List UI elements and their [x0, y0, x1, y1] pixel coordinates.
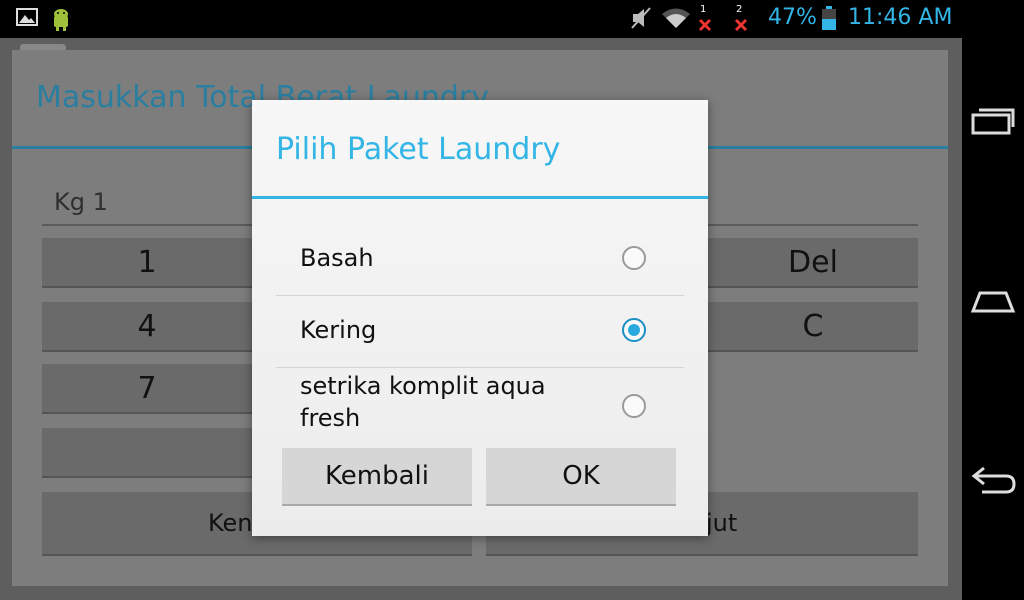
back-icon — [971, 466, 1016, 494]
key-7[interactable]: 7 — [42, 364, 252, 414]
gallery-notification-icon — [16, 6, 38, 32]
battery-percent: 47% — [768, 5, 817, 30]
radio-selected-icon[interactable] — [622, 318, 646, 342]
recent-apps-icon — [971, 108, 1015, 135]
radio-icon[interactable] — [622, 246, 646, 270]
next-button-behind-label: jut — [706, 509, 738, 537]
battery-icon — [822, 6, 836, 34]
recent-apps-button[interactable] — [962, 80, 1024, 160]
home-icon — [970, 291, 1016, 313]
back-button-behind-label: Ken — [208, 509, 253, 537]
option-kering[interactable]: Kering — [276, 296, 684, 368]
navigation-bar — [962, 38, 1024, 600]
sim1-label: 1 — [700, 4, 707, 15]
mute-icon — [630, 6, 652, 34]
android-notification-icon — [48, 6, 74, 36]
ok-button[interactable]: OK — [486, 448, 676, 506]
home-button[interactable] — [962, 260, 1024, 340]
radio-icon[interactable] — [622, 394, 646, 418]
key-0[interactable] — [42, 428, 252, 478]
signal-sim2-icon: 2 — [732, 4, 752, 38]
option-label: setrika komplit aqua fresh — [300, 372, 546, 432]
signal-sim1-icon: 1 — [696, 4, 716, 38]
status-bar: 1 2 47% 11:46 AM — [0, 0, 1024, 38]
option-divider — [276, 367, 684, 368]
sim2-label: 2 — [736, 4, 743, 15]
key-1[interactable]: 1 — [42, 238, 252, 288]
dialog-title-divider — [252, 196, 708, 199]
cancel-button[interactable]: Kembali — [282, 448, 472, 506]
dialog-title: Pilih Paket Laundry — [276, 132, 561, 167]
package-dialog: Pilih Paket Laundry Basah Kering setrika… — [252, 100, 708, 536]
back-nav-button[interactable] — [962, 440, 1024, 520]
option-label: Kering — [300, 316, 377, 344]
clock: 11:46 AM — [848, 5, 953, 30]
option-label: Basah — [300, 244, 374, 272]
wifi-icon — [660, 6, 692, 34]
key-del[interactable]: Del — [708, 238, 918, 288]
key-4[interactable]: 4 — [42, 302, 252, 352]
option-basah[interactable]: Basah — [276, 224, 684, 296]
option-setrika[interactable]: setrika komplit aqua fresh — [276, 370, 684, 446]
weight-input-value: Kg 1 — [54, 188, 108, 216]
app-screen: Masukkan Total Berat Laundry Kg 1 1 4 7 … — [0, 38, 962, 600]
key-c[interactable]: C — [708, 302, 918, 352]
